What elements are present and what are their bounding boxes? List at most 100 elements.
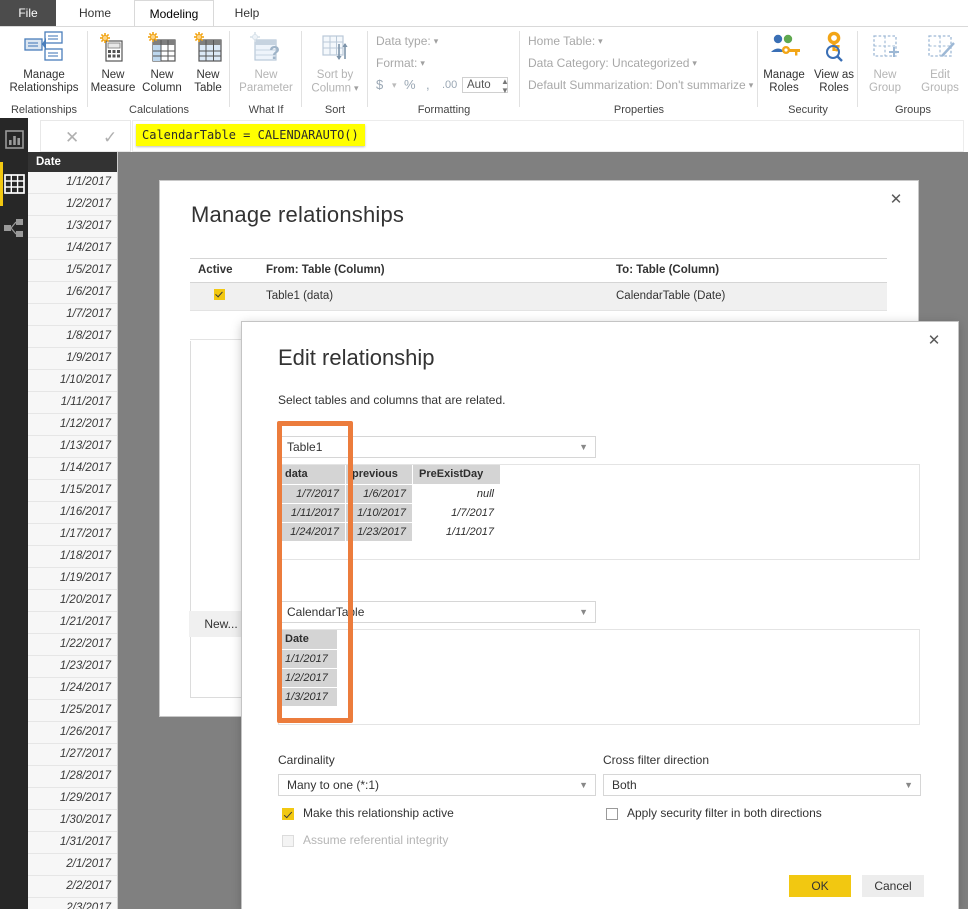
assume-referential-integrity-label[interactable]: Assume referential integrity bbox=[303, 833, 448, 847]
nav-data-view[interactable] bbox=[0, 162, 28, 206]
cancel-button[interactable]: Cancel bbox=[862, 875, 924, 897]
to-table-select[interactable]: CalendarTable ▼ bbox=[278, 601, 596, 623]
new-column-label-1: New bbox=[150, 69, 174, 81]
data-grid-row[interactable]: 1/12/2017 bbox=[28, 414, 117, 436]
apply-security-filter-label[interactable]: Apply security filter in both directions bbox=[627, 806, 822, 820]
manage-roles-button[interactable]: Manage Roles bbox=[758, 30, 810, 95]
chevron-down-icon[interactable]: ▼ bbox=[579, 775, 588, 795]
ok-button[interactable]: OK bbox=[789, 875, 851, 897]
data-grid-row[interactable]: 2/3/2017 bbox=[28, 898, 117, 909]
data-grid-row[interactable]: 1/18/2017 bbox=[28, 546, 117, 568]
data-grid-row[interactable]: 1/15/2017 bbox=[28, 480, 117, 502]
tab-help[interactable]: Help bbox=[212, 0, 282, 26]
view-as-roles-button[interactable]: View as Roles bbox=[810, 30, 858, 95]
data-grid-row[interactable]: 1/30/2017 bbox=[28, 810, 117, 832]
chevron-down-icon[interactable]: ▼ bbox=[579, 602, 588, 622]
data-grid-row[interactable]: 1/28/2017 bbox=[28, 766, 117, 788]
manage-relationships-button[interactable]: Manage Relationships bbox=[0, 30, 88, 95]
data-grid-row[interactable]: 1/27/2017 bbox=[28, 744, 117, 766]
from-preview-col-preexistday[interactable]: PreExistDay bbox=[413, 465, 501, 484]
new-table-button[interactable]: New Table bbox=[186, 30, 230, 95]
data-grid-row[interactable]: 1/26/2017 bbox=[28, 722, 117, 744]
thousands-separator-button[interactable]: , bbox=[426, 77, 430, 92]
chevron-down-icon[interactable]: ▼ bbox=[904, 775, 913, 795]
data-grid-row[interactable]: 1/2/2017 bbox=[28, 194, 117, 216]
data-grid-row[interactable]: 1/24/2017 bbox=[28, 678, 117, 700]
active-checkbox[interactable] bbox=[214, 289, 225, 300]
data-grid[interactable]: Date 1/1/2017 1/2/2017 1/3/2017 1/4/2017 1/5… bbox=[28, 152, 118, 909]
data-grid-row[interactable]: 1/10/2017 bbox=[28, 370, 117, 392]
chevron-down-icon[interactable]: ▼ bbox=[579, 437, 588, 457]
spinner-up-icon[interactable]: ▲ bbox=[501, 78, 509, 86]
formula-text[interactable]: CalendarTable = CALENDARAUTO() bbox=[136, 124, 365, 146]
from-table-preview[interactable]: data previous PreExistDay 1/7/2017 1/6/2… bbox=[278, 464, 920, 560]
data-grid-row[interactable]: 2/1/2017 bbox=[28, 854, 117, 876]
data-grid-row[interactable]: 1/7/2017 bbox=[28, 304, 117, 326]
cancel-formula-icon[interactable]: ✕ bbox=[65, 129, 79, 146]
to-table-preview[interactable]: Date 1/1/2017 1/2/2017 1/3/2017 bbox=[278, 629, 920, 725]
data-grid-row[interactable]: 1/14/2017 bbox=[28, 458, 117, 480]
close-icon[interactable]: ✕ bbox=[884, 188, 908, 212]
data-grid-row[interactable]: 1/11/2017 bbox=[28, 392, 117, 414]
new-parameter-button[interactable]: ? New Parameter bbox=[230, 30, 302, 95]
make-active-checkbox[interactable] bbox=[282, 808, 294, 820]
new-measure-button[interactable]: New Measure bbox=[88, 30, 138, 95]
data-grid-row[interactable]: 1/5/2017 bbox=[28, 260, 117, 282]
format-label[interactable]: Format: ▾ bbox=[376, 56, 425, 70]
data-grid-row[interactable]: 1/20/2017 bbox=[28, 590, 117, 612]
assume-referential-integrity-checkbox[interactable] bbox=[282, 835, 294, 847]
default-summarization-text: Default Summarization: Don't summarize bbox=[528, 78, 746, 92]
data-grid-row[interactable]: 1/31/2017 bbox=[28, 832, 117, 854]
data-grid-column-header[interactable]: Date bbox=[28, 152, 117, 172]
data-type-label[interactable]: Data type: ▾ bbox=[376, 34, 438, 48]
data-grid-row[interactable]: 1/1/2017 bbox=[28, 172, 117, 194]
nav-model-view[interactable] bbox=[0, 206, 28, 250]
formula-input[interactable]: CalendarTable = CALENDARAUTO() bbox=[132, 120, 964, 152]
accept-formula-icon[interactable]: ✓ bbox=[103, 129, 117, 146]
data-grid-row[interactable]: 1/17/2017 bbox=[28, 524, 117, 546]
percent-format-button[interactable]: % bbox=[404, 77, 416, 92]
spinner-down-icon[interactable]: ▼ bbox=[501, 87, 509, 95]
relationship-active-cell[interactable] bbox=[190, 283, 258, 310]
default-summarization-label[interactable]: Default Summarization: Don't summarize ▾ bbox=[528, 78, 753, 92]
home-table-label[interactable]: Home Table: ▾ bbox=[528, 34, 603, 48]
cross-filter-select[interactable]: Both ▼ bbox=[603, 774, 921, 796]
new-group-button[interactable]: New Group bbox=[858, 30, 912, 95]
group-label-properties: Properties bbox=[613, 104, 665, 116]
data-grid-row[interactable]: 1/19/2017 bbox=[28, 568, 117, 590]
data-grid-row[interactable]: 1/4/2017 bbox=[28, 238, 117, 260]
chevron-down-icon[interactable]: ▾ bbox=[392, 80, 397, 91]
close-icon[interactable]: ✕ bbox=[922, 329, 946, 353]
make-active-label[interactable]: Make this relationship active bbox=[303, 806, 454, 820]
apply-security-filter-checkbox[interactable] bbox=[606, 808, 618, 820]
data-grid-row[interactable]: 1/25/2017 bbox=[28, 700, 117, 722]
data-grid-row[interactable]: 1/23/2017 bbox=[28, 656, 117, 678]
sort-by-column-button[interactable]: Sort by Column ▾ bbox=[302, 30, 368, 96]
data-grid-row[interactable]: 2/2/2017 bbox=[28, 876, 117, 898]
to-preview-col-date[interactable]: Date bbox=[279, 630, 338, 649]
tab-file[interactable]: File bbox=[0, 0, 56, 26]
sort-by-column-icon bbox=[302, 30, 368, 67]
from-table-select[interactable]: Table1 ▼ bbox=[278, 436, 596, 458]
data-grid-row[interactable]: 1/3/2017 bbox=[28, 216, 117, 238]
data-grid-row[interactable]: 1/6/2017 bbox=[28, 282, 117, 304]
edit-groups-button[interactable]: Edit Groups bbox=[912, 30, 968, 95]
data-grid-row[interactable]: 1/29/2017 bbox=[28, 788, 117, 810]
data-category-label[interactable]: Data Category: Uncategorized ▾ bbox=[528, 56, 697, 70]
from-preview-col-data[interactable]: data bbox=[279, 465, 346, 484]
data-grid-row[interactable]: 1/22/2017 bbox=[28, 634, 117, 656]
data-grid-row[interactable]: 1/13/2017 bbox=[28, 436, 117, 458]
data-grid-row[interactable]: 1/9/2017 bbox=[28, 348, 117, 370]
cardinality-select[interactable]: Many to one (*:1) ▼ bbox=[278, 774, 596, 796]
data-grid-row[interactable]: 1/8/2017 bbox=[28, 326, 117, 348]
nav-report-view[interactable] bbox=[0, 118, 28, 162]
from-preview-col-previous[interactable]: previous bbox=[346, 465, 413, 484]
tab-modeling[interactable]: Modeling bbox=[134, 0, 214, 28]
data-grid-row[interactable]: 1/16/2017 bbox=[28, 502, 117, 524]
data-grid-row[interactable]: 1/21/2017 bbox=[28, 612, 117, 634]
decimal-places-button[interactable]: .00 bbox=[442, 79, 457, 91]
new-column-button[interactable]: New Column bbox=[138, 30, 186, 95]
table-row[interactable]: Table1 (data) CalendarTable (Date) bbox=[190, 283, 887, 311]
tab-home[interactable]: Home bbox=[56, 0, 134, 26]
currency-format-button[interactable]: $ bbox=[376, 77, 383, 92]
